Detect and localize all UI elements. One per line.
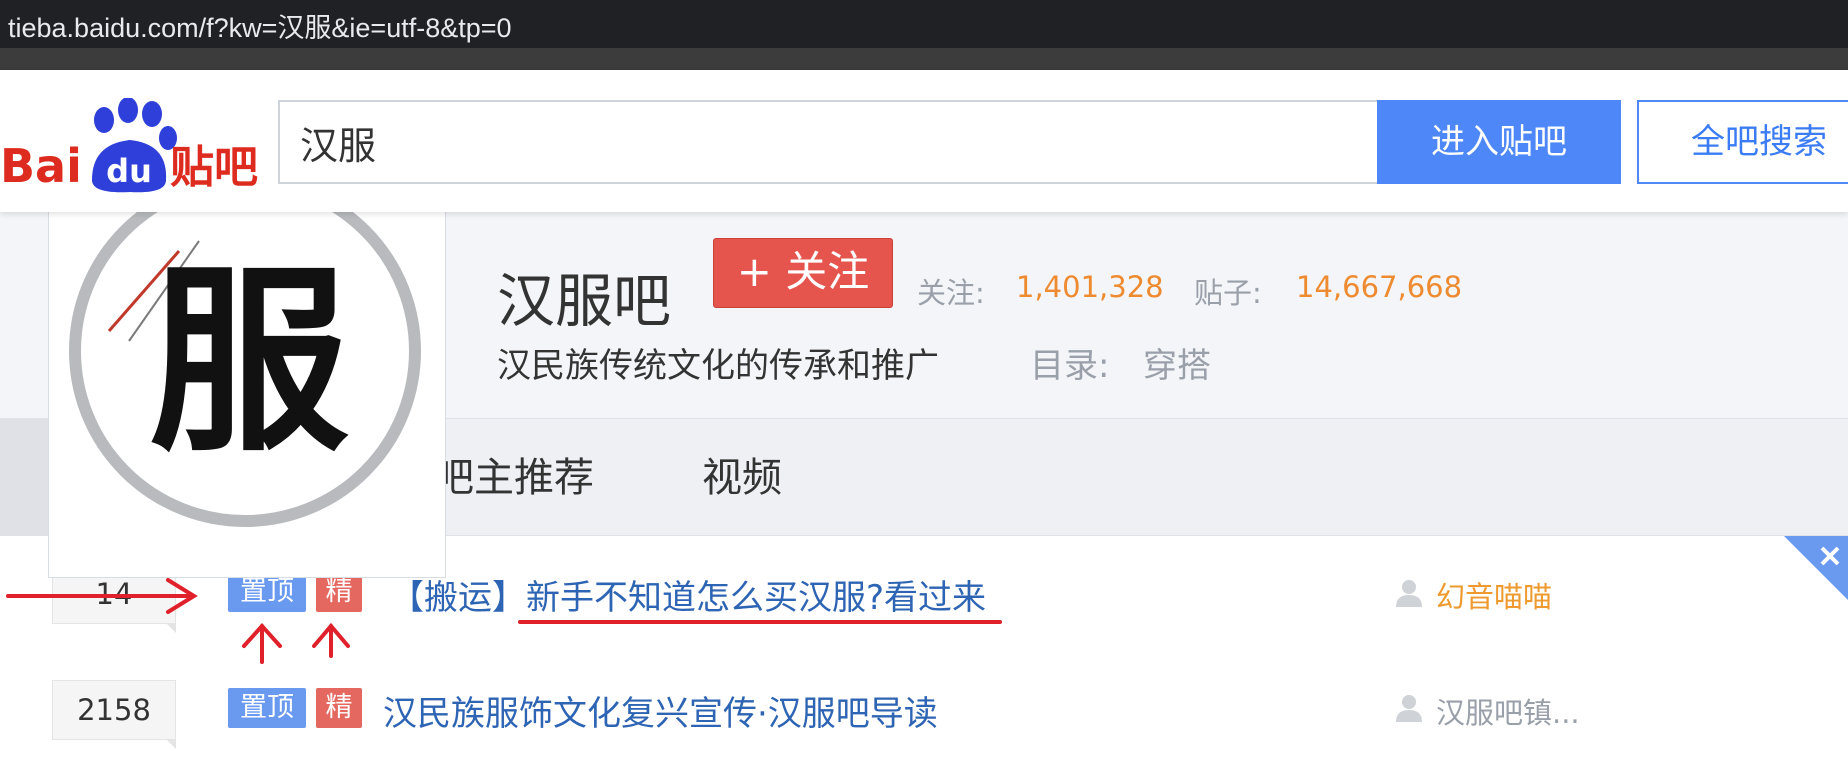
featured-badge: 精 <box>316 572 362 612</box>
tab-videos[interactable]: 视频 <box>682 419 802 537</box>
pinned-badge: 置顶 <box>228 572 306 612</box>
forum-slogan: 汉民族传统文化的传承和推广 <box>497 346 939 386</box>
directory-link[interactable]: 穿搭 <box>1143 338 1211 387</box>
baidu-tieba-logo[interactable]: du Bai 贴吧 <box>0 97 260 194</box>
featured-badge: 精 <box>316 688 362 728</box>
forum-avatar: 服 <box>48 190 446 578</box>
thread-title-link[interactable]: 汉民族服饰文化复兴宣传·汉服吧导读 <box>383 686 938 735</box>
browser-toolbar-strip <box>0 48 1848 70</box>
avatar-calligraphy: 服 <box>149 244 349 479</box>
logo-du-text: du <box>106 152 152 190</box>
posts-label: 贴子: <box>1194 276 1262 310</box>
user-icon <box>1396 580 1422 607</box>
thread-author-link[interactable]: 汉服吧镇... <box>1436 690 1580 732</box>
forum-title: 汉服吧 <box>497 267 672 335</box>
enter-forum-button[interactable]: 进入贴吧 <box>1377 100 1621 184</box>
follow-button[interactable]: + 关注 <box>713 238 893 308</box>
forum-search-input[interactable] <box>278 100 1378 184</box>
logo-bai-text: Bai <box>0 139 82 193</box>
url-text[interactable]: tieba.baidu.com/f?kw=汉服&ie=utf-8&tp=0 <box>8 6 512 45</box>
reply-count: 2158 <box>52 680 176 749</box>
posts-count: 14,667,668 <box>1296 270 1463 304</box>
followers-label: 关注: <box>917 276 985 310</box>
forum-avatar-image: 服 <box>69 191 421 527</box>
user-icon <box>1396 695 1422 722</box>
browser-address-bar[interactable]: tieba.baidu.com/f?kw=汉服&ie=utf-8&tp=0 <box>0 0 1848 48</box>
followers-count: 1,401,328 <box>1016 270 1164 304</box>
baidu-paw-logo-icon: du Bai 贴吧 <box>0 97 258 193</box>
pinned-badge: 置顶 <box>228 688 306 728</box>
close-icon[interactable] <box>1784 536 1848 600</box>
logo-tieba-text: 贴吧 <box>170 142 258 193</box>
search-all-forums-button[interactable]: 全吧搜索 <box>1637 100 1848 184</box>
thread-title-link[interactable]: 【搬运】新手不知道怎么买汉服?看过来 <box>390 570 986 619</box>
thread-author-link[interactable]: 幻音喵喵 <box>1436 574 1552 616</box>
directory-label: 目录: <box>1030 346 1110 386</box>
search-header: du Bai 贴吧 进入贴吧 全吧搜索 <box>0 70 1848 212</box>
